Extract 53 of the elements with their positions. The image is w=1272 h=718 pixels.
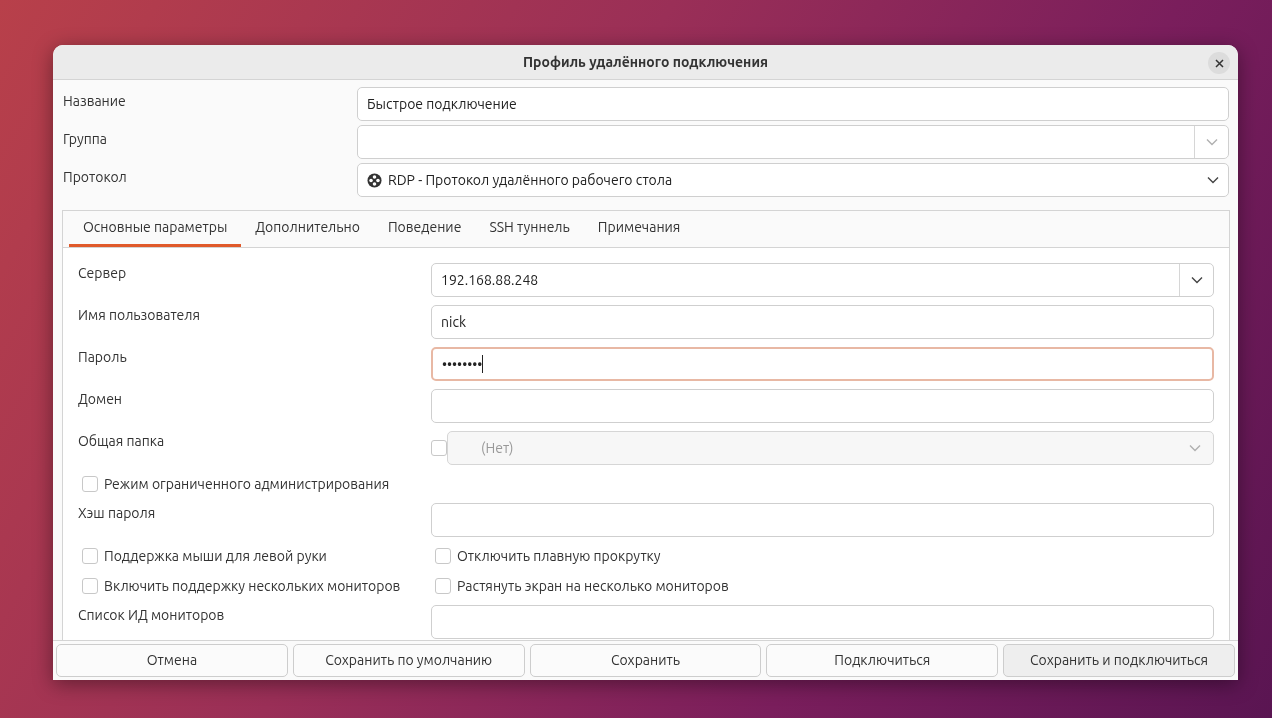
chevron-down-icon bbox=[1189, 444, 1201, 452]
field-label: Хэш пароля bbox=[78, 504, 157, 523]
combo-field[interactable] bbox=[357, 125, 1229, 159]
input-field[interactable] bbox=[431, 605, 1214, 639]
tab[interactable]: Примечания bbox=[583, 211, 695, 247]
dropdown-value: RDP - Протокол удалённого рабочего стола bbox=[388, 170, 674, 190]
field-label: Сервер bbox=[78, 264, 128, 283]
close-icon bbox=[1214, 58, 1224, 68]
dialog-button[interactable]: Сохранить и подключиться bbox=[1003, 644, 1235, 677]
checkbox[interactable] bbox=[435, 578, 451, 594]
chevron-down-icon bbox=[1190, 276, 1203, 284]
field-label: Название bbox=[62, 92, 127, 111]
checkbox-label: Поддержка мыши для левой руки bbox=[104, 546, 327, 566]
checkbox-label: Режим ограниченного администрирования bbox=[104, 474, 390, 494]
input-value: Быстрое подключение bbox=[367, 94, 517, 114]
field-label: Группа bbox=[62, 130, 109, 149]
tab[interactable]: Основные параметры bbox=[69, 211, 242, 247]
dropdown-value: (Нет) bbox=[481, 438, 515, 458]
checkbox[interactable] bbox=[82, 476, 98, 492]
input-value: •••••••• bbox=[442, 354, 483, 374]
tab[interactable]: Поведение bbox=[373, 211, 476, 247]
field-label: Домен bbox=[78, 390, 124, 409]
field-label: Имя пользователя bbox=[78, 306, 202, 325]
input-value: 192.168.88.248 bbox=[441, 271, 539, 288]
input-value: nick bbox=[441, 312, 466, 332]
protocol-dropdown[interactable]: RDP - Протокол удалённого рабочего стола bbox=[357, 163, 1229, 197]
window-title: Профиль удалённого подключения bbox=[523, 52, 768, 72]
field-label: Список ИД мониторов bbox=[78, 606, 226, 625]
close-button[interactable] bbox=[1208, 52, 1230, 74]
dialog-button[interactable]: Отмена bbox=[56, 644, 288, 677]
checkbox-label: Растянуть экран на несколько мониторов bbox=[457, 576, 729, 596]
input-field[interactable]: •••••••• bbox=[431, 347, 1214, 381]
tab[interactable]: Дополнительно bbox=[241, 211, 374, 247]
field-label: Протокол bbox=[62, 168, 128, 187]
dialog-button[interactable]: Сохранить по умолчанию bbox=[292, 644, 525, 677]
input-field[interactable] bbox=[431, 389, 1214, 423]
combo-field[interactable]: 192.168.88.248 bbox=[431, 263, 1214, 297]
input-field[interactable] bbox=[431, 503, 1214, 537]
checkbox[interactable] bbox=[435, 548, 451, 564]
tab[interactable]: SSH туннель bbox=[475, 211, 584, 247]
checkbox-label: Отключить плавную прокрутку bbox=[457, 546, 661, 566]
dialog-button[interactable]: Сохранить bbox=[529, 644, 762, 677]
field-label: Пароль bbox=[78, 348, 128, 367]
dialog-button[interactable]: Подключиться bbox=[766, 644, 999, 677]
chevron-down-icon bbox=[1205, 138, 1218, 146]
checkbox[interactable] bbox=[82, 578, 98, 594]
input-field[interactable]: nick bbox=[431, 305, 1214, 339]
checkbox-label: Включить поддержку нескольких мониторов bbox=[104, 576, 401, 596]
checkbox[interactable] bbox=[82, 548, 98, 564]
field-label: Общая папка bbox=[78, 432, 166, 451]
chevron-down-icon bbox=[1207, 176, 1219, 184]
plugin-icon bbox=[367, 172, 382, 188]
input-field[interactable]: Быстрое подключение bbox=[357, 87, 1229, 121]
